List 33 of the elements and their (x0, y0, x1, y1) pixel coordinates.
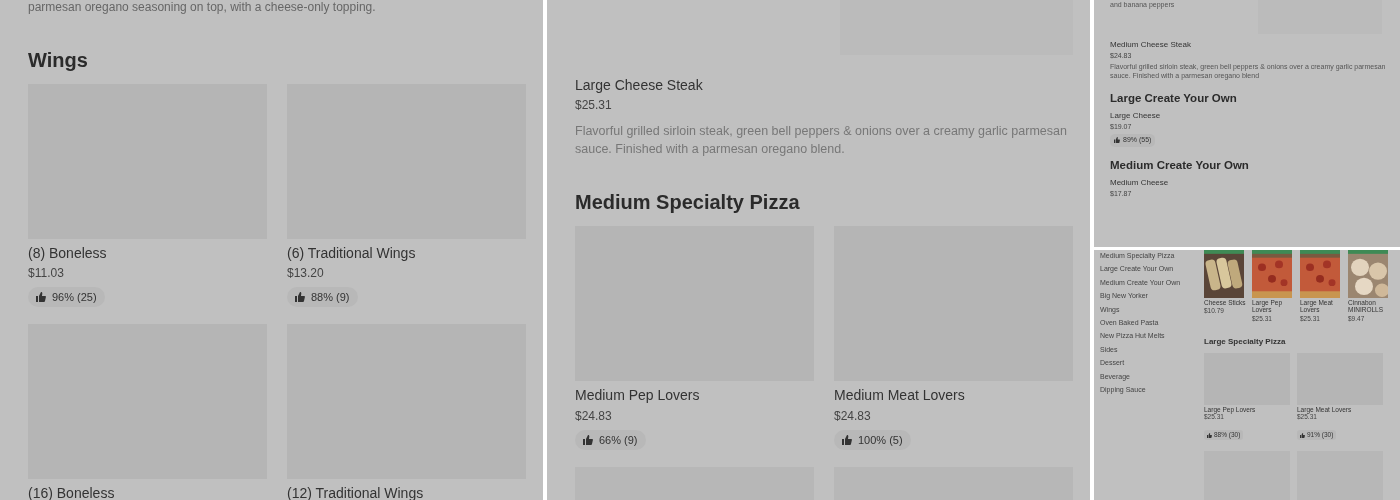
thumbs-up-icon (295, 292, 305, 303)
thumbs-up-icon (1207, 432, 1212, 438)
section-heading: Medium Specialty Pizza (575, 190, 801, 215)
thumbs-up-icon (842, 434, 852, 445)
item-name[interactable]: (6) Traditional Wings (287, 243, 526, 262)
section-heading: Medium Create Your Own (1110, 159, 1250, 174)
section-heading: Wings (28, 47, 89, 72)
item-name[interactable]: (12) Traditional Wings (287, 484, 526, 500)
rating-text: 66% (9) (599, 432, 638, 448)
item-name[interactable]: Medium Meat Lovers (834, 386, 1073, 405)
item-name[interactable]: (16) Boneless (28, 484, 267, 500)
thumbs-up-icon (1114, 137, 1120, 144)
item-description: parmesan oregano seasoning on top, with a cheese-only topping. (28, 0, 377, 16)
thumbs-up-icon (36, 292, 46, 303)
item-price: $24.83 (575, 407, 613, 425)
thumbs-up-icon (583, 434, 593, 445)
item-price: $24.83 (834, 407, 872, 425)
item-description: Flavorful grilled sirloin steak, green bell peppers & onions over a creamy garlic parmesan sauce. Finished with a parmesan oregano blend. (575, 123, 1068, 159)
rating-text: 96% (25) (52, 289, 97, 305)
item-name[interactable]: Medium Cheese (1110, 178, 1388, 188)
item-price: $25.31 (575, 97, 613, 115)
item-name[interactable]: (8) Boneless (28, 243, 267, 262)
item-name[interactable]: Large Cheese (1110, 111, 1388, 121)
item-price: $11.03 (28, 264, 65, 282)
rating-text: 100% (5) (858, 432, 903, 448)
section-heading: Large Create Your Own (1110, 92, 1238, 107)
thumbs-up-icon (1300, 432, 1305, 438)
section-heading: Large Specialty Pizza (1204, 335, 1287, 348)
item-name[interactable]: Medium Cheese Steak (1110, 40, 1388, 50)
item-name[interactable]: Medium Pep Lovers (575, 386, 814, 405)
item-price: $13.20 (287, 264, 325, 282)
rating-text: 88% (9) (311, 289, 350, 305)
item-name[interactable]: Large Cheese Steak (575, 76, 1073, 95)
